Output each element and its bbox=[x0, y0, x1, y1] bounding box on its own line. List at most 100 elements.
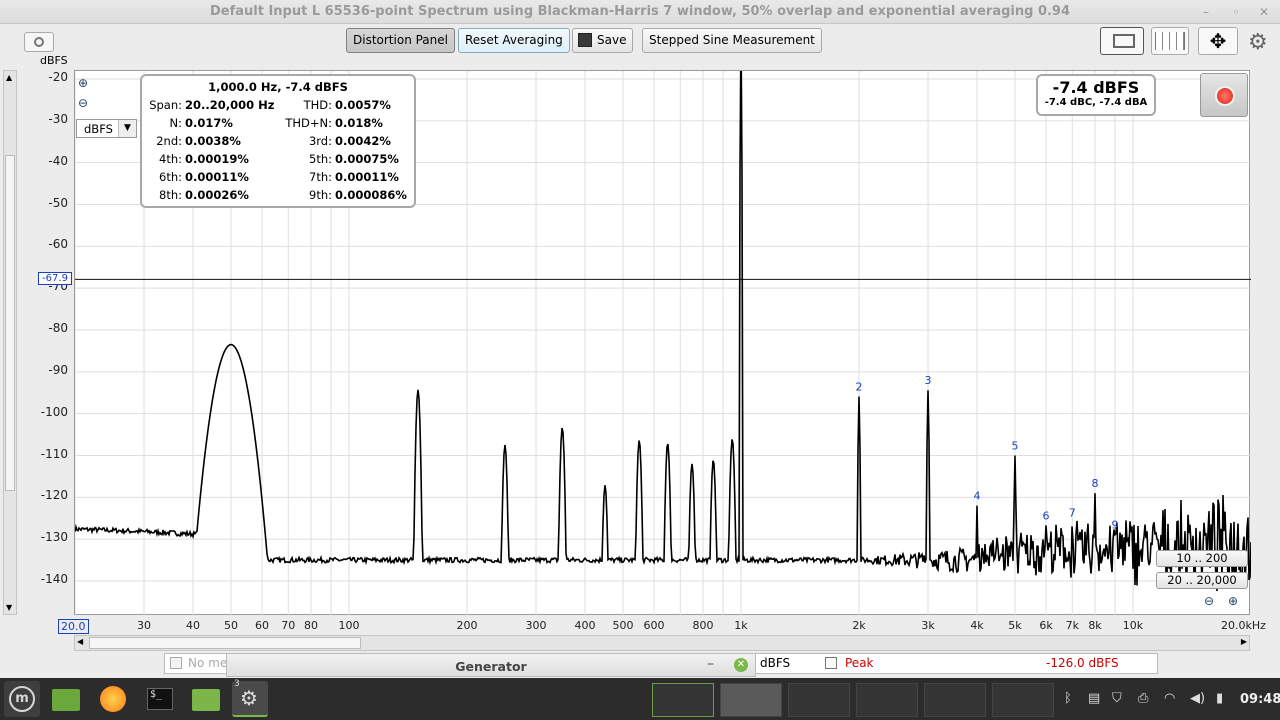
x-tick-label: 40 bbox=[186, 619, 200, 632]
y-tick-label: -110 bbox=[40, 446, 68, 461]
minimize-button[interactable]: – bbox=[1198, 4, 1214, 20]
y-tick-label: -40 bbox=[48, 153, 68, 168]
harmonic-label: 2 bbox=[856, 381, 863, 394]
level-sub: -7.4 dBC, -7.4 dBA bbox=[1044, 97, 1148, 108]
distortion-label: Span: bbox=[149, 98, 182, 112]
expand-arrows-icon[interactable]: ✥ bbox=[1198, 27, 1238, 55]
peak-label: Peak bbox=[845, 656, 874, 670]
x-tick-label: 80 bbox=[304, 619, 318, 632]
harmonic-label: 9 bbox=[1112, 519, 1119, 532]
volume-icon[interactable]: ◀) bbox=[1190, 691, 1205, 706]
y-tick-label: -60 bbox=[48, 237, 68, 252]
wifi-icon[interactable]: ◠ bbox=[1164, 691, 1175, 706]
x-tick-label: 20.0kHz bbox=[1221, 619, 1266, 632]
distortion-value: 0.018% bbox=[335, 116, 383, 130]
chevron-down-icon[interactable]: ▼ bbox=[118, 120, 136, 137]
x-tick-label: 200 bbox=[456, 619, 478, 632]
generator-close-icon[interactable]: ✕ bbox=[734, 658, 748, 672]
clipboard-icon[interactable]: ▤ bbox=[1088, 691, 1100, 706]
distortion-value: 0.000086% bbox=[335, 188, 407, 202]
workspace-2[interactable] bbox=[720, 683, 782, 717]
peak-checkbox[interactable] bbox=[825, 657, 837, 669]
workspace-1[interactable] bbox=[652, 683, 714, 717]
stepped-sine-button[interactable]: Stepped Sine Measurement bbox=[642, 28, 822, 53]
file-manager-icon[interactable] bbox=[48, 681, 84, 717]
printer-icon[interactable]: ⎙ bbox=[1138, 691, 1148, 706]
x-tick-label: 100 bbox=[338, 619, 360, 632]
distortion-label: THD: bbox=[303, 98, 332, 112]
generator-window[interactable]: Generator – ✕ bbox=[226, 653, 756, 677]
x-tick-label: 8k bbox=[1088, 619, 1102, 632]
distortion-panel-button[interactable]: Distortion Panel bbox=[346, 28, 455, 53]
measurement-unit: dBFS bbox=[760, 656, 791, 670]
zoom-in-y-icon[interactable]: ⊕ bbox=[78, 76, 92, 90]
workspace-3[interactable] bbox=[788, 683, 850, 717]
maximize-button[interactable]: ◦ bbox=[1228, 4, 1244, 20]
shield-icon[interactable]: ⛉ bbox=[1112, 691, 1122, 706]
y-range-button[interactable]: 10 .. 200 bbox=[1156, 550, 1248, 567]
workspace-6[interactable] bbox=[992, 683, 1054, 717]
mint-menu-icon[interactable]: m bbox=[4, 681, 40, 717]
scroll-right-icon[interactable]: ▶ bbox=[1241, 637, 1247, 646]
scroll-left-icon[interactable]: ◀ bbox=[77, 637, 83, 646]
x-tick-label: 70 bbox=[281, 619, 296, 632]
generator-minimize-button[interactable]: – bbox=[707, 656, 714, 672]
y-tick-label: -30 bbox=[48, 111, 68, 126]
y-tick-label: -140 bbox=[40, 572, 68, 586]
folder-icon[interactable] bbox=[188, 681, 224, 717]
x-tick-label: 5k bbox=[1008, 619, 1022, 632]
settings-app-icon[interactable]: 3 ⚙ bbox=[232, 679, 268, 717]
x-tick-label: 300 bbox=[525, 619, 547, 632]
graph-layout-icon[interactable] bbox=[1100, 27, 1144, 55]
peak-value: -126.0 dBFS bbox=[1046, 656, 1119, 670]
workspace-5[interactable] bbox=[924, 683, 986, 717]
window-title: Default Input L 65536-point Spectrum usi… bbox=[209, 4, 1071, 19]
firefox-icon[interactable] bbox=[95, 681, 131, 717]
x-range-button[interactable]: 20 .. 20,000 bbox=[1156, 572, 1248, 589]
workspace-4[interactable] bbox=[856, 683, 918, 717]
terminal-icon[interactable]: $_ bbox=[142, 681, 178, 717]
battery-icon[interactable]: ▮ bbox=[1216, 691, 1223, 706]
x-tick-label: 4k bbox=[970, 619, 984, 632]
distortion-label: 7th: bbox=[309, 170, 332, 184]
level-meter: -7.4 dBFS -7.4 dBC, -7.4 dBA bbox=[1036, 74, 1156, 116]
no-measurement-checkbox[interactable] bbox=[170, 657, 182, 669]
y-unit-select[interactable]: dBFS ▼ bbox=[76, 119, 137, 138]
y-unit-select-value: dBFS bbox=[84, 122, 113, 136]
distortion-value: 0.00075% bbox=[335, 152, 399, 166]
distortion-label: 3rd: bbox=[308, 134, 332, 148]
y-tick-label: -120 bbox=[40, 488, 68, 503]
level-main: -7.4 dBFS bbox=[1052, 78, 1140, 97]
x-tick-label: 6k bbox=[1039, 619, 1053, 632]
x-tick-label: 600 bbox=[643, 619, 665, 632]
gear-icon[interactable]: ⚙ bbox=[1248, 30, 1268, 55]
distortion-label: 9th: bbox=[309, 188, 332, 202]
horizontal-scrollbar[interactable]: ◀ ▶ bbox=[74, 635, 1250, 651]
y-tick-label: -100 bbox=[40, 404, 68, 419]
zoom-out-y-icon[interactable]: ⊖ bbox=[78, 96, 92, 110]
harmonic-label: 8 bbox=[1092, 477, 1099, 490]
record-icon bbox=[1215, 86, 1235, 106]
y-tick-label: -50 bbox=[48, 195, 68, 210]
scroll-down-icon[interactable]: ▼ bbox=[6, 603, 12, 612]
reset-averaging-button[interactable]: Reset Averaging bbox=[458, 28, 570, 53]
save-label: Save bbox=[597, 33, 627, 47]
x-tick-label: 7k bbox=[1065, 619, 1079, 632]
y-unit-label: dBFS bbox=[40, 54, 68, 67]
taskbar-badge: 3 bbox=[234, 679, 240, 689]
bluetooth-icon[interactable]: ᛒ bbox=[1064, 691, 1072, 706]
columns-icon[interactable] bbox=[1151, 27, 1189, 55]
camera-icon[interactable] bbox=[24, 32, 54, 52]
x-tick-label: 30 bbox=[137, 619, 152, 632]
distortion-label: 2nd: bbox=[156, 134, 182, 148]
generator-title: Generator bbox=[455, 659, 527, 674]
save-button[interactable]: Save bbox=[572, 28, 634, 53]
zoom-out-x-icon[interactable]: ⊖ bbox=[1204, 594, 1214, 608]
distortion-label: N: bbox=[169, 116, 182, 130]
toolbar: Distortion Panel Reset Averaging Save St… bbox=[0, 24, 1280, 68]
zoom-in-x-icon[interactable]: ⊕ bbox=[1228, 594, 1238, 608]
horizontal-scroll-thumb[interactable] bbox=[89, 637, 361, 649]
record-button[interactable] bbox=[1200, 73, 1248, 117]
distortion-panel: 1,000.0 Hz, -7.4 dBFS Span: 20..20,000 Hz… bbox=[140, 74, 416, 208]
close-button[interactable]: ✕ bbox=[1256, 4, 1272, 20]
